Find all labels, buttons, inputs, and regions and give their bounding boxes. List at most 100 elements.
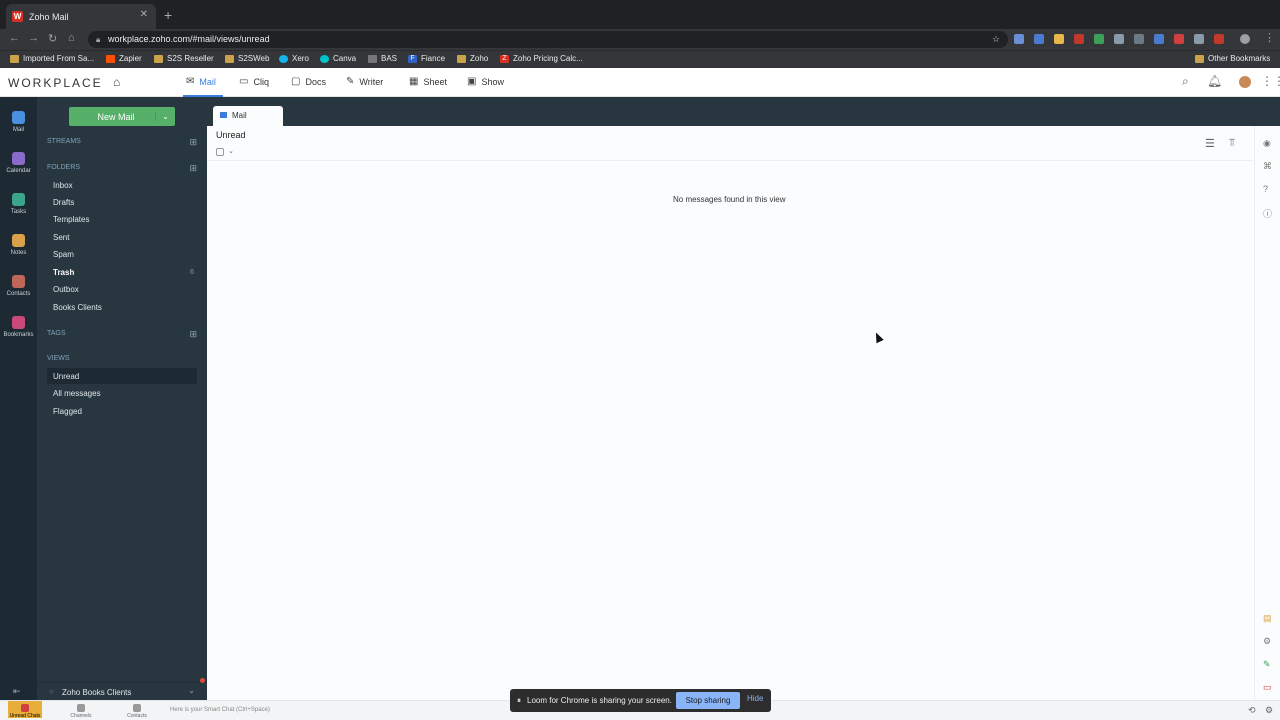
other-bookmarks[interactable]: Other Bookmarks (1195, 54, 1270, 63)
folder-drafts[interactable]: Drafts (53, 198, 74, 207)
tab-mail[interactable]: Mail (213, 106, 283, 126)
rail-calendar[interactable]: Calendar (0, 152, 37, 174)
forward-icon[interactable]: → (28, 32, 39, 44)
chevron-down-icon[interactable]: ⌄ (155, 112, 175, 121)
help-icon[interactable]: ? (1263, 184, 1268, 194)
bookmark-item[interactable]: Z Zoho Pricing Calc... (500, 54, 583, 63)
stop-sharing-button[interactable]: Stop sharing (676, 692, 740, 709)
back-icon[interactable]: ← (9, 32, 20, 44)
user-avatar[interactable] (1239, 76, 1251, 88)
settings-icon[interactable]: ⚙ (1263, 636, 1271, 647)
channels-icon (77, 704, 85, 712)
browser-tab[interactable]: W Zoho Mail ✕ (6, 4, 156, 29)
extension-icon[interactable] (1134, 34, 1144, 44)
view-unread[interactable]: Unread (53, 372, 79, 381)
new-mail-button[interactable]: New Mail ⌄ (69, 107, 175, 126)
extension-icon[interactable] (1034, 34, 1044, 44)
chat-icon[interactable]: ▭ (1263, 682, 1272, 693)
bookmark-star-icon[interactable]: ☆ (992, 31, 1000, 48)
app-cliq[interactable]: ▭ Cliq (239, 76, 269, 87)
eye-icon[interactable]: ◉ (1263, 138, 1271, 149)
folder-outbox[interactable]: Outbox (53, 285, 79, 294)
extension-icon[interactable] (1214, 34, 1224, 44)
browser-menu-icon[interactable]: ⋮ (1264, 31, 1275, 44)
collapse-sidebar-icon[interactable]: ⇤ (13, 686, 21, 697)
bookmark-item[interactable]: Imported From Sa... (10, 54, 94, 63)
select-all-checkbox[interactable] (216, 148, 224, 156)
workplace-logo[interactable]: WORKPLACE (8, 76, 103, 90)
trash-count-badge: 6 (190, 269, 194, 276)
rail-tasks[interactable]: Tasks (0, 193, 37, 215)
new-tab-icon[interactable]: + (164, 7, 172, 23)
edit-icon[interactable]: ✎ (1263, 659, 1271, 670)
status-icon[interactable]: ⟲ (1248, 705, 1256, 716)
address-bar[interactable]: 🔒︎ workplace.zoho.com/#mail/views/unread… (88, 31, 1008, 48)
status-contacts[interactable]: Contacts (120, 704, 154, 719)
bookmark-item[interactable]: F Fiance (408, 54, 445, 63)
extension-icon[interactable] (1114, 34, 1124, 44)
info-icon[interactable]: ⓘ (1263, 207, 1272, 220)
folder-books-clients[interactable]: Books Clients (53, 303, 102, 312)
home-icon[interactable]: ⌂ (113, 75, 120, 89)
app-rail: Mail Calendar Tasks Notes Contacts Bookm… (0, 97, 37, 700)
folder-trash[interactable]: Trash (53, 268, 74, 277)
search-icon[interactable]: ⌕ (1182, 74, 1189, 89)
smart-chat-input[interactable]: Here is your Smart Chat (Ctrl+Space) (170, 707, 270, 713)
add-folder-icon[interactable]: ⊞ (189, 163, 197, 174)
empty-state-message: No messages found in this view (673, 195, 786, 204)
chevron-down-icon[interactable]: ⌄ (228, 147, 234, 155)
extension-icon[interactable] (1074, 34, 1084, 44)
app-sheet[interactable]: ▦ Sheet (409, 76, 447, 87)
bookmark-item[interactable]: BAS (368, 54, 397, 63)
bookmark-item[interactable]: Zoho (457, 54, 488, 63)
mail-content: Mail Unread ⌄ ☰ ⫪ No messages found in t… (207, 97, 1280, 700)
profile-avatar-icon[interactable] (1240, 34, 1250, 44)
extension-icon[interactable] (1154, 34, 1164, 44)
list-view-icon[interactable]: ☰ (1205, 137, 1215, 150)
status-unread-chats[interactable]: Unread Chats (8, 701, 42, 719)
folder-sent[interactable]: Sent (53, 233, 69, 242)
mail-icon (220, 112, 227, 118)
close-tab-icon[interactable]: ✕ (140, 9, 148, 20)
extension-icon[interactable] (1054, 34, 1064, 44)
bookmark-item[interactable]: S2S Reseller (154, 54, 214, 63)
extension-icon[interactable] (1174, 34, 1184, 44)
folder-templates[interactable]: Templates (53, 215, 89, 224)
view-all-messages[interactable]: All messages (53, 389, 101, 398)
tasks-icon (12, 193, 25, 206)
bookmark-item[interactable]: S2SWeb (225, 54, 269, 63)
app-mail[interactable]: ✉ Mail (186, 76, 216, 87)
rail-notes[interactable]: Notes (0, 234, 37, 256)
hide-button[interactable]: Hide (747, 694, 763, 703)
rail-bookmarks[interactable]: Bookmarks (0, 316, 37, 338)
folder-inbox[interactable]: Inbox (53, 181, 73, 190)
add-tag-icon[interactable]: ⊞ (189, 329, 197, 340)
status-channels[interactable]: Channels (64, 704, 98, 719)
app-docs[interactable]: ▢ Docs (291, 76, 326, 87)
app-grid-icon[interactable]: ⋮⋮ (1261, 74, 1280, 88)
extension-icon[interactable] (1094, 34, 1104, 44)
bookmark-item[interactable]: Canva (320, 54, 356, 63)
filter-icon[interactable]: ⫪ (1229, 137, 1235, 150)
notification-bell-icon[interactable]: 🔔︎ (1207, 74, 1222, 88)
home-icon[interactable]: ⌂ (68, 32, 75, 44)
url-text: workplace.zoho.com/#mail/views/unread (108, 34, 270, 44)
settings-icon[interactable]: ⚙ (1265, 705, 1273, 716)
tag-icon[interactable]: ⌘ (1263, 161, 1272, 172)
extension-icon[interactable] (1014, 34, 1024, 44)
app-writer[interactable]: ✎ Writer (346, 76, 383, 87)
add-stream-icon[interactable]: ⊞ (189, 137, 197, 148)
rail-mail[interactable]: Mail (0, 111, 37, 133)
view-title: Unread (216, 130, 246, 140)
extension-icon[interactable] (1194, 34, 1204, 44)
rail-contacts[interactable]: Contacts (0, 275, 37, 297)
notes-icon[interactable]: ▤ (1263, 613, 1272, 624)
bookmark-item[interactable]: Zapier (106, 54, 142, 63)
app-show[interactable]: ▣ Show (467, 76, 504, 87)
folder-spam[interactable]: Spam (53, 250, 74, 259)
chevron-down-icon[interactable]: ⌄ (188, 686, 195, 695)
reload-icon[interactable]: ↻ (48, 32, 57, 45)
footer-label[interactable]: Zoho Books Clients (62, 688, 131, 697)
bookmark-item[interactable]: Xero (279, 54, 309, 63)
view-flagged[interactable]: Flagged (53, 407, 82, 416)
